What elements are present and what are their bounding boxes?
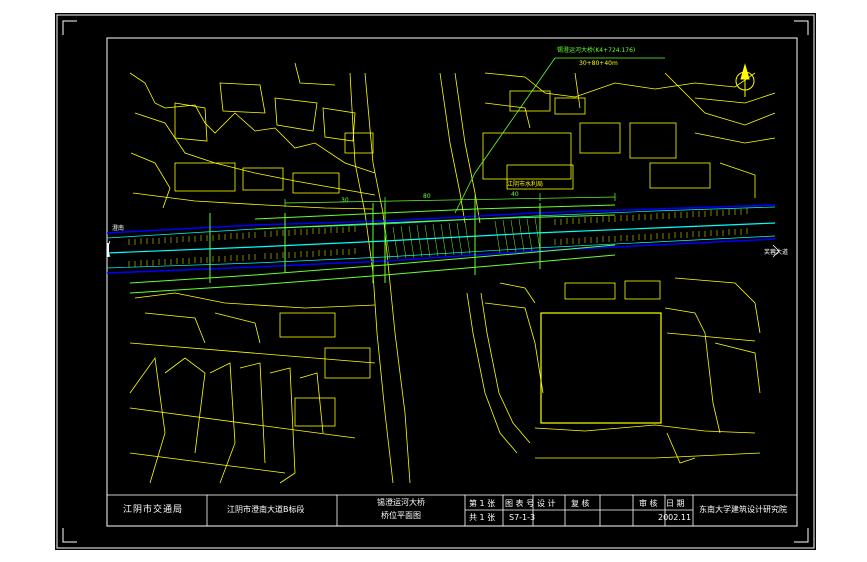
callout-leader [454,57,665,214]
building-label: 江阴市水利局 [507,181,544,188]
dimension-label-left: 30 [341,197,349,204]
outer-frame [56,14,815,549]
site-plan-drawing[interactable] [55,13,816,550]
basemap-right [439,72,776,464]
review-label: 复 核 [571,499,590,508]
design-label: 设 计 [537,499,556,508]
drawing-no-value: S7-1-3 [509,513,536,522]
project-name: 江阴市澄南大道B标段 [227,505,305,514]
dimension-label-top: 80 [423,193,431,200]
corner-marks [62,20,809,543]
basemap-left [129,62,411,484]
cad-viewer-canvas[interactable]: 锡澄运河大桥(K4+724.176) 30+80+40m 澄南 芙蓉大道 80 … [0,0,867,562]
client-name: 江阴市交通局 [123,505,184,515]
audit-label: 审 核 [639,499,658,508]
bridge-callout-label: 锡澄运河大桥(K4+724.176) [557,47,636,54]
road-label-right: 芙蓉大道 [764,249,789,256]
total-sheets: 共 1 张 [469,513,496,522]
date-value: 2002.11 [658,513,692,522]
road-edge-lower [106,238,776,274]
drawing-title-line2: 桥位平面图 [381,511,421,520]
drawing-sheet: 锡澄运河大桥(K4+724.176) 30+80+40m 澄南 芙蓉大道 80 … [55,13,816,550]
span-arrangement-label: 30+80+40m [579,60,618,67]
frame-notch [107,243,109,257]
dimension-line [284,193,616,207]
road-label-left: 澄南 [112,225,125,232]
drawing-title-line1: 锡澄运河大桥 [377,498,425,507]
dimension-label-segment: 40 [511,191,519,198]
institute-name: 东南大学建筑设计研究院 [699,505,787,514]
drawing-no-label: 图 表 号 [505,499,535,508]
sheet-number: 第 1 张 [469,499,496,508]
road-edge-upper [106,204,776,234]
title-block [106,494,798,527]
north-arrow-icon [735,63,755,97]
date-label: 日 期 [666,499,685,508]
